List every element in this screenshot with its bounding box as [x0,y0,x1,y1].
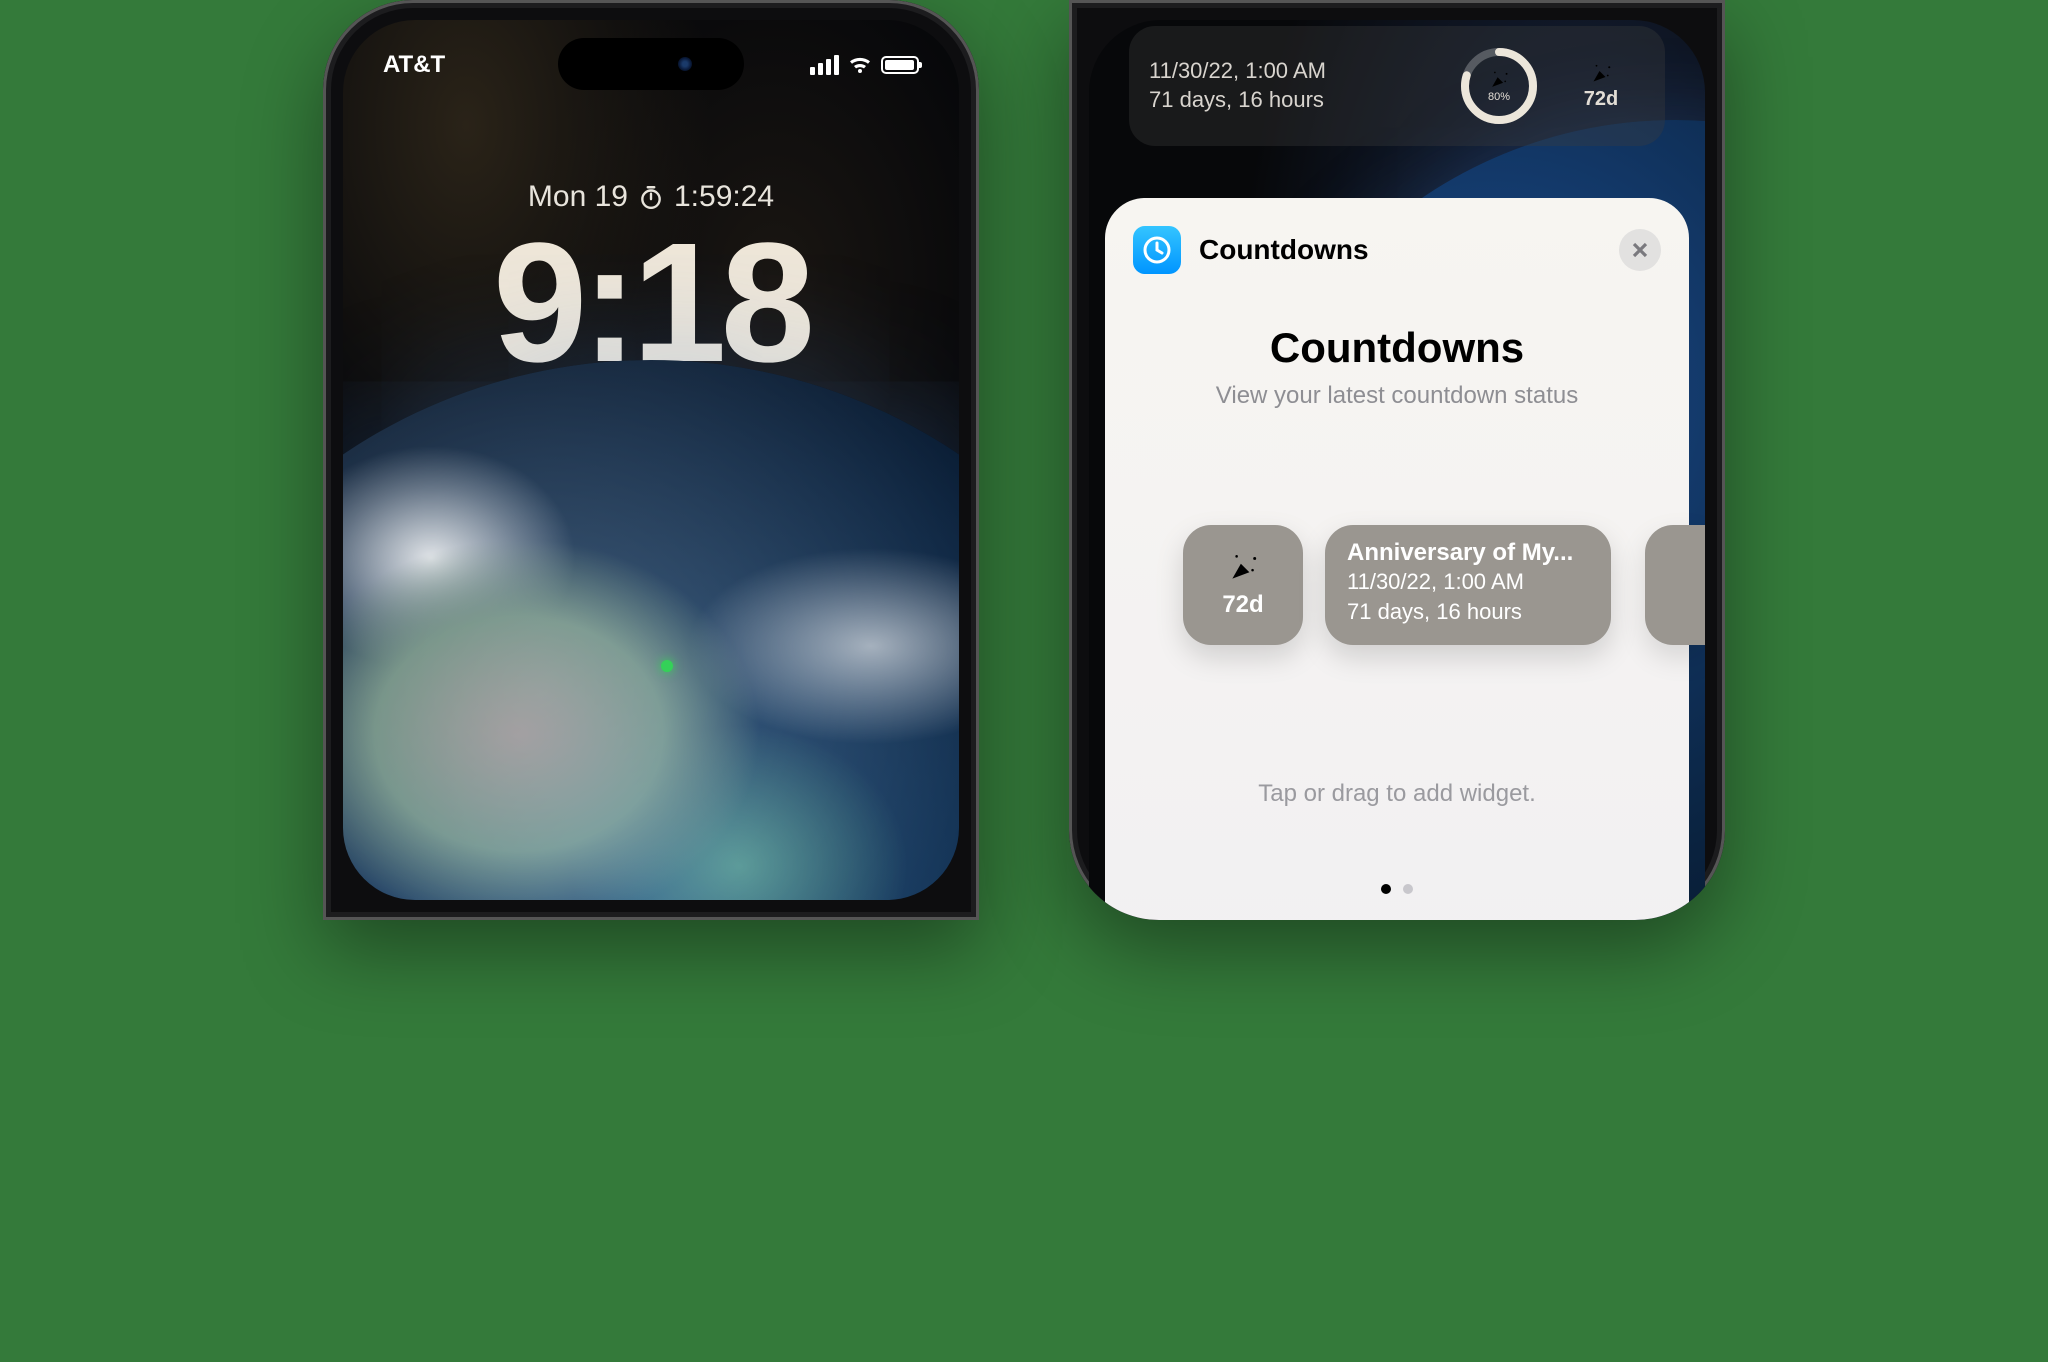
location-dot-icon [661,660,673,672]
gallery-rect-widget[interactable]: Anniversary of My... 11/30/22, 1:00 AM 7… [1325,525,1611,645]
top-widget-remaining: 71 days, 16 hours [1149,86,1441,115]
sheet-app-name: Countdowns [1199,234,1601,266]
top-badge-days: 72d [1584,88,1618,111]
page-dot[interactable] [1381,884,1391,894]
top-badge-widget[interactable]: 72d [1557,42,1645,130]
confetti-icon [1226,551,1260,585]
gallery-small-widget[interactable]: 72d [1183,525,1303,645]
top-widget-datetime: 11/30/22, 1:00 AM [1149,57,1441,86]
gallery-peek-widget[interactable] [1645,525,1705,645]
carrier-label: AT&T [383,51,445,79]
countdowns-app-icon [1133,226,1181,274]
widget-gallery[interactable]: 72d Anniversary of My... 11/30/22, 1:00 … [1133,525,1661,645]
sheet-subtitle: View your latest countdown status [1133,382,1661,410]
cellular-signal-icon [810,55,839,75]
gallery-rect-datetime: 11/30/22, 1:00 AM [1347,567,1589,597]
ring-percent-label: 80% [1488,91,1510,103]
phone-left: AT&T Mon 19 1:59:24 9:18 Anniversary of … [323,0,979,920]
widget-picker-screen: 11/30/22, 1:00 AM 71 days, 16 hours 80% … [1089,20,1705,920]
gallery-small-days: 72d [1222,591,1263,619]
top-ring-widget[interactable]: 80% [1455,42,1543,130]
dynamic-island[interactable] [558,38,744,90]
lock-screen[interactable]: AT&T Mon 19 1:59:24 9:18 Anniversary of … [343,20,959,900]
page-indicator[interactable] [1133,884,1661,894]
gallery-rect-remaining: 71 days, 16 hours [1347,597,1589,627]
phone-right: 11/30/22, 1:00 AM 71 days, 16 hours 80% … [1069,0,1725,920]
sheet-title: Countdowns [1133,324,1661,372]
selected-widget-row[interactable]: 11/30/22, 1:00 AM 71 days, 16 hours 80% … [1129,26,1665,146]
close-icon [1631,241,1649,259]
widget-sheet: Countdowns Countdowns View your latest c… [1105,198,1689,920]
sheet-hint: Tap or drag to add widget. [1133,780,1661,808]
earth-wallpaper [343,360,959,900]
close-button[interactable] [1619,229,1661,271]
wifi-icon [847,55,873,75]
confetti-icon [1488,69,1510,91]
confetti-icon [1589,62,1613,86]
gallery-rect-title: Anniversary of My... [1347,539,1589,567]
page-dot[interactable] [1403,884,1413,894]
battery-icon [881,56,919,74]
